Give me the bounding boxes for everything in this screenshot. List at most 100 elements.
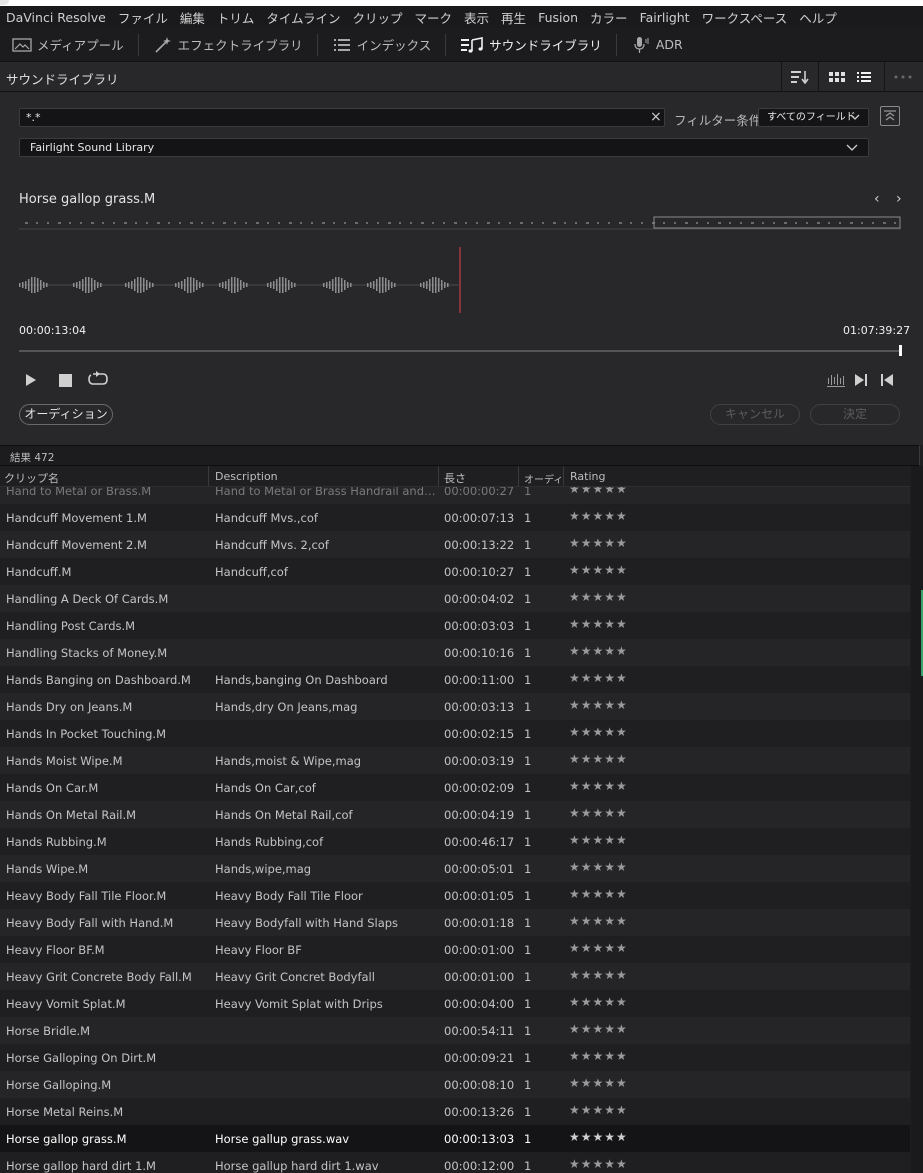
- clip-nav-arrows[interactable]: ‹ ›: [874, 191, 908, 207]
- table-row[interactable]: Handling Stacks of Money.M 00:00:10:16 1 ★★…: [0, 639, 910, 666]
- table-row[interactable]: Handcuff.M Handcuff,cof 00:00:10:27 1 ★★★★★: [0, 558, 910, 585]
- rating-stars[interactable]: ★★★★★: [569, 914, 628, 928]
- rating-stars[interactable]: ★★★★★: [569, 941, 628, 955]
- column-description[interactable]: Description: [215, 470, 278, 483]
- rating-stars[interactable]: ★★★★★: [569, 487, 628, 496]
- jump-to-start-button[interactable]: [879, 372, 895, 388]
- table-row[interactable]: Hands Wipe.M Hands,wipe,mag 00:00:05:01 1 ★★…: [0, 855, 910, 882]
- rating-stars[interactable]: ★★★★★: [569, 995, 628, 1009]
- menu-item[interactable]: 再生: [501, 8, 526, 27]
- rating-stars[interactable]: ★★★★★: [569, 887, 628, 901]
- more-options-button[interactable]: [884, 62, 920, 92]
- rating-stars[interactable]: ★★★★★: [569, 698, 628, 712]
- table-row[interactable]: Hands In Pocket Touching.M 00:00:02:15 1 ★★…: [0, 720, 910, 747]
- rating-stars[interactable]: ★★★★★: [569, 1103, 628, 1117]
- column-audio[interactable]: オーディ: [524, 471, 563, 486]
- menu-item[interactable]: タイムライン: [266, 8, 340, 27]
- audition-button[interactable]: オーディション: [19, 404, 113, 425]
- table-row[interactable]: Hands Moist Wipe.M Hands,moist & Wipe,mag…: [0, 747, 910, 774]
- table-row[interactable]: Handling A Deck Of Cards.M 00:00:04:02 1 ★★…: [0, 585, 910, 612]
- rating-stars[interactable]: ★★★★★: [569, 833, 628, 847]
- rating-stars[interactable]: ★★★★★: [569, 806, 628, 820]
- column-divider[interactable]: [563, 466, 564, 486]
- filter-field-select[interactable]: すべてのフィールド: [758, 108, 869, 127]
- table-row[interactable]: Handling Post Cards.M 00:00:03:03 1 ★★★★★: [0, 612, 910, 639]
- sort-button[interactable]: [781, 62, 817, 92]
- table-row[interactable]: Hands On Metal Rail.M Hands On Metal Rail…: [0, 801, 910, 828]
- rating-stars[interactable]: ★★★★★: [569, 725, 628, 739]
- table-row[interactable]: Handcuff Movement 2.M Handcuff Mvs. 2,cof…: [0, 531, 910, 558]
- menu-item[interactable]: ワークスペース: [702, 8, 788, 27]
- column-rating[interactable]: Rating: [570, 470, 605, 483]
- waveform-overview[interactable]: [19, 216, 901, 230]
- table-row[interactable]: Hands On Car.M Hands On Car,cof 00:00:02:0…: [0, 774, 910, 801]
- menu-item[interactable]: 表示: [464, 8, 489, 27]
- column-length[interactable]: 長さ: [444, 470, 466, 486]
- waveform-display[interactable]: [19, 247, 901, 313]
- table-row[interactable]: Horse Galloping On Dirt.M 00:00:09:21 1 ★★★…: [0, 1044, 910, 1071]
- scrub-bar[interactable]: [19, 350, 899, 352]
- adr-button[interactable]: ADR: [631, 28, 683, 61]
- column-name[interactable]: クリップ名: [4, 470, 59, 486]
- collapse-panel-button[interactable]: [880, 106, 900, 126]
- menu-item[interactable]: クリップ: [353, 8, 403, 27]
- table-row[interactable]: Horse Galloping.M 00:00:08:10 1 ★★★★★: [0, 1071, 910, 1098]
- column-divider[interactable]: [208, 466, 209, 486]
- rating-stars[interactable]: ★★★★★: [569, 1157, 628, 1171]
- column-divider[interactable]: [438, 466, 439, 486]
- table-row[interactable]: Heavy Vomit Splat.M Heavy Vomit Splat wit…: [0, 990, 910, 1017]
- table-row-selected[interactable]: Horse gallop grass.M Horse gallup grass.w…: [0, 1125, 910, 1152]
- rating-stars[interactable]: ★★★★★: [569, 536, 628, 550]
- loop-button[interactable]: [87, 370, 109, 388]
- rating-stars[interactable]: ★★★★★: [569, 1049, 628, 1063]
- table-row[interactable]: Handcuff Movement 1.M Handcuff Mvs.,cof 00…: [0, 504, 910, 531]
- rating-stars[interactable]: ★★★★★: [569, 968, 628, 982]
- rating-stars[interactable]: ★★★★★: [569, 671, 628, 685]
- menu-item[interactable]: マーク: [415, 8, 453, 27]
- table-row[interactable]: Hands Rubbing.M Hands Rubbing,cof 00:00:46…: [0, 828, 910, 855]
- table-row[interactable]: Heavy Grit Concrete Body Fall.M Heavy Gri…: [0, 963, 910, 990]
- table-row[interactable]: Hand to Metal or Brass.M Hand to Metal or…: [0, 487, 910, 504]
- rating-stars[interactable]: ★★★★★: [569, 1022, 628, 1036]
- stop-button[interactable]: [57, 372, 73, 388]
- search-input[interactable]: *.*: [19, 108, 665, 127]
- rating-stars[interactable]: ★★★★★: [569, 617, 628, 631]
- table-row[interactable]: Heavy Floor BF.M Heavy Floor BF 00:00:01:0…: [0, 936, 910, 963]
- table-row[interactable]: Heavy Body Fall with Hand.M Heavy Bodyfal…: [0, 909, 910, 936]
- rating-stars[interactable]: ★★★★★: [569, 1130, 628, 1144]
- rating-stars[interactable]: ★★★★★: [569, 590, 628, 604]
- table-row[interactable]: Horse Bridle.M 00:00:54:11 1 ★★★★★: [0, 1017, 910, 1044]
- table-row[interactable]: Hands Banging on Dashboard.M Hands,bangin…: [0, 666, 910, 693]
- rating-stars[interactable]: ★★★★★: [569, 779, 628, 793]
- play-button[interactable]: [23, 372, 39, 388]
- library-select[interactable]: Fairlight Sound Library: [19, 138, 869, 157]
- rating-stars[interactable]: ★★★★★: [569, 644, 628, 658]
- menu-item[interactable]: DaVinci Resolve: [6, 10, 106, 25]
- table-row[interactable]: Heavy Body Fall Tile Floor.M Heavy Body F…: [0, 882, 910, 909]
- menu-item[interactable]: カラー: [590, 8, 628, 27]
- rating-stars[interactable]: ★★★★★: [569, 752, 628, 766]
- scrub-handle[interactable]: [899, 345, 902, 356]
- menu-item[interactable]: ファイル: [118, 8, 168, 27]
- menu-item[interactable]: Fairlight: [640, 10, 690, 25]
- jump-to-end-button[interactable]: [853, 372, 869, 388]
- menu-item[interactable]: トリム: [217, 8, 255, 27]
- rating-stars[interactable]: ★★★★★: [569, 509, 628, 523]
- column-divider[interactable]: [518, 466, 519, 486]
- audio-meter-button[interactable]: [827, 371, 845, 389]
- ok-button[interactable]: 決定: [810, 404, 900, 425]
- effects-library-button[interactable]: エフェクトライブラリ: [153, 28, 303, 61]
- media-pool-button[interactable]: メディアプール: [12, 28, 124, 61]
- sound-library-button[interactable]: サウンドライブラリ: [460, 28, 602, 61]
- rating-stars[interactable]: ★★★★★: [569, 563, 628, 577]
- rating-stars[interactable]: ★★★★★: [569, 1076, 628, 1090]
- menu-item[interactable]: ヘルプ: [799, 8, 837, 27]
- list-view-button[interactable]: [846, 62, 882, 92]
- index-button[interactable]: インデックス: [332, 28, 431, 61]
- table-row[interactable]: Horse Metal Reins.M 00:00:13:26 1 ★★★★★: [0, 1098, 910, 1125]
- rating-stars[interactable]: ★★★★★: [569, 860, 628, 874]
- vertical-scrollbar[interactable]: [911, 466, 923, 1173]
- menu-item[interactable]: Fusion: [538, 10, 578, 25]
- table-row[interactable]: Hands Dry on Jeans.M Hands,dry On Jeans,m…: [0, 693, 910, 720]
- table-row[interactable]: Horse gallop hard dirt 1.M Horse gallup h…: [0, 1152, 910, 1173]
